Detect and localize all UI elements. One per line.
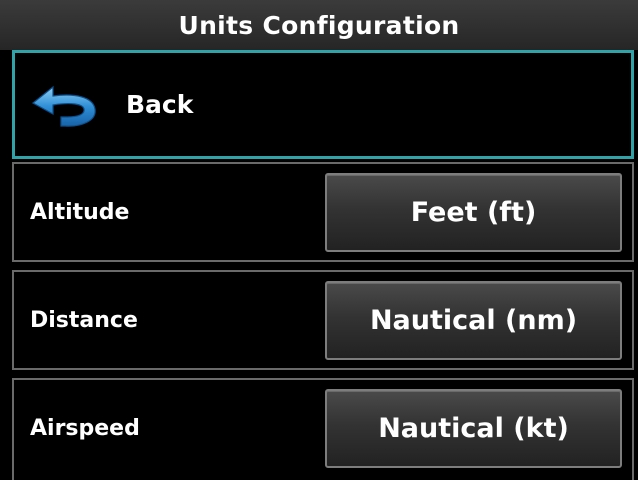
back-label: Back xyxy=(126,90,194,119)
altitude-row: Altitude Feet (ft) xyxy=(12,162,634,262)
altitude-label: Altitude xyxy=(30,200,130,225)
distance-units-button[interactable]: Nautical (nm) xyxy=(325,281,622,360)
back-button[interactable]: Back xyxy=(12,50,634,159)
back-arrow-icon xyxy=(31,85,96,127)
altitude-units-button[interactable]: Feet (ft) xyxy=(325,173,622,252)
page-title: Units Configuration xyxy=(0,0,638,50)
distance-label: Distance xyxy=(30,308,138,333)
airspeed-units-button[interactable]: Nautical (kt) xyxy=(325,389,622,468)
airspeed-row: Airspeed Nautical (kt) xyxy=(12,378,634,480)
airspeed-label: Airspeed xyxy=(30,416,140,441)
distance-row: Distance Nautical (nm) xyxy=(12,270,634,370)
